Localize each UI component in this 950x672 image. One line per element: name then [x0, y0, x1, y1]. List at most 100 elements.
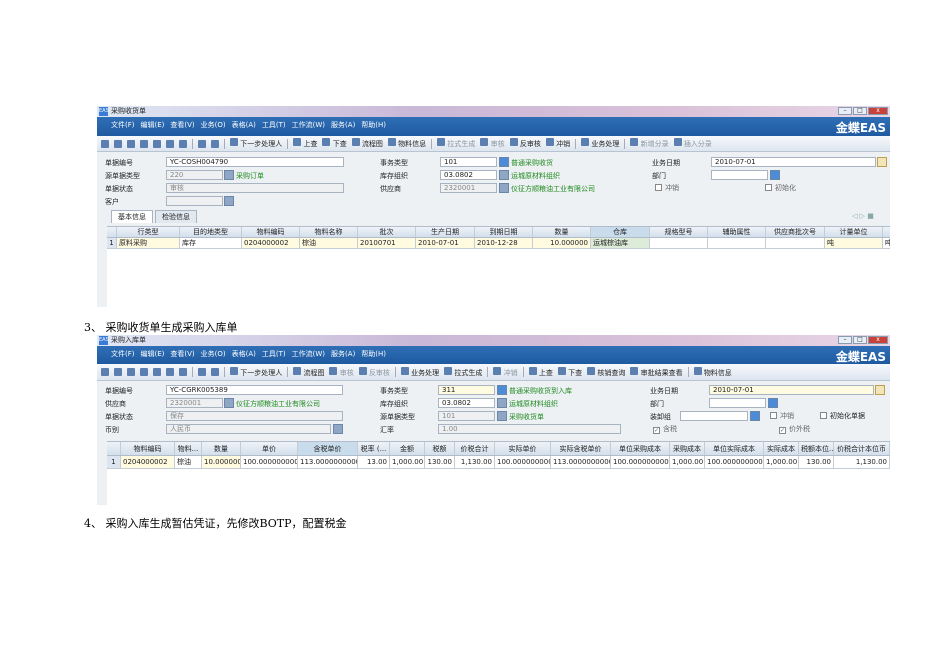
toolbar-button[interactable]: 反审核: [358, 366, 390, 378]
toolbar-button[interactable]: 业务处理: [581, 138, 619, 149]
toolbar-button[interactable]: 反审核: [509, 138, 541, 149]
toolbar-icon[interactable]: [198, 139, 206, 148]
loader-input[interactable]: [680, 411, 748, 421]
src-type-input[interactable]: 220: [166, 170, 223, 180]
column-header[interactable]: 金额: [390, 442, 425, 455]
menu-item[interactable]: 表格(A): [232, 120, 256, 130]
rate-input[interactable]: 1.00: [438, 424, 621, 434]
column-header[interactable]: [883, 227, 890, 237]
table-cell[interactable]: 1,000.00: [670, 456, 705, 468]
toolbar-button[interactable]: 拉式生成: [437, 138, 475, 149]
stock-org-input[interactable]: 03.0802: [438, 398, 495, 408]
lookup-icon[interactable]: [499, 157, 509, 167]
table-cell[interactable]: 130.00: [799, 456, 834, 468]
menu-item[interactable]: 工具(T): [262, 120, 286, 130]
table-cell[interactable]: 0204000002: [121, 456, 175, 468]
toolbar-button[interactable]: 下一步处理人: [230, 366, 282, 378]
toolbar-icon[interactable]: [140, 139, 148, 148]
column-header[interactable]: 单价: [241, 442, 298, 455]
toolbar-icon[interactable]: [166, 139, 174, 148]
column-header[interactable]: 规格型号: [650, 227, 708, 237]
column-header[interactable]: 价税合计本位币: [834, 442, 890, 455]
maximize-button[interactable]: □: [853, 336, 867, 344]
toolbar-button[interactable]: 上查: [293, 138, 317, 149]
menu-item[interactable]: 编辑(E): [141, 349, 165, 359]
menu-item[interactable]: 编辑(E): [141, 120, 165, 130]
table-cell[interactable]: 1,130.00: [834, 456, 890, 468]
toolbar-button[interactable]: 核销查询: [587, 366, 625, 378]
tax-extra-checkbox[interactable]: ✓ 价外税: [779, 424, 810, 434]
init-checkbox[interactable]: 初始化单据: [820, 411, 865, 421]
column-header[interactable]: [107, 227, 117, 237]
column-header[interactable]: 物料编码: [121, 442, 175, 455]
toolbar-button[interactable]: 冲销: [493, 366, 518, 378]
reverse-checkbox[interactable]: 冲销: [655, 183, 679, 193]
toolbar-icon[interactable]: [198, 368, 206, 376]
dept-input[interactable]: [711, 170, 768, 180]
menu-item[interactable]: 业务(O): [201, 349, 226, 359]
table-cell[interactable]: 20100701: [358, 238, 416, 248]
toolbar-icon[interactable]: [153, 368, 161, 376]
menu-item[interactable]: 文件(F): [111, 349, 135, 359]
tab-basic-info[interactable]: 基本信息: [111, 210, 153, 223]
biz-type-input[interactable]: 311: [438, 385, 495, 395]
biz-type-input[interactable]: 101: [440, 157, 497, 167]
toolbar-button[interactable]: 新增分录: [630, 138, 669, 149]
menu-item[interactable]: 服务(A): [331, 349, 355, 359]
toolbar-icon[interactable]: [101, 368, 109, 376]
column-header[interactable]: 物料名称: [300, 227, 358, 237]
menu-item[interactable]: 查看(V): [170, 120, 194, 130]
table-cell[interactable]: [708, 238, 766, 248]
table-cell[interactable]: 100.0000000000: [495, 456, 551, 468]
table-cell[interactable]: 10.000000: [202, 456, 241, 468]
toolbar-button[interactable]: 流程图: [293, 366, 324, 378]
table-cell[interactable]: 1,130.00: [455, 456, 495, 468]
lookup-icon[interactable]: [497, 411, 507, 421]
menu-item[interactable]: 帮助(H): [361, 349, 386, 359]
maximize-button[interactable]: □: [853, 107, 867, 115]
column-header[interactable]: 物料编码: [242, 227, 300, 237]
lookup-icon[interactable]: [224, 170, 234, 180]
column-header[interactable]: 税额本位...: [799, 442, 834, 455]
toolbar-icon[interactable]: [114, 368, 122, 376]
calendar-icon[interactable]: [877, 157, 887, 167]
lookup-icon[interactable]: [770, 170, 780, 180]
reverse-checkbox[interactable]: 冲销: [770, 411, 794, 421]
supplier-input[interactable]: 2320001: [440, 183, 497, 193]
toolbar-button[interactable]: 下查: [557, 366, 582, 378]
table-cell[interactable]: 113.0000000000: [298, 456, 358, 468]
column-header[interactable]: 辅助属性: [708, 227, 766, 237]
toolbar-icon[interactable]: [127, 368, 135, 376]
menu-item[interactable]: 帮助(H): [361, 120, 386, 130]
lookup-icon[interactable]: [497, 398, 507, 408]
tax-included-checkbox[interactable]: ✓ 含税: [653, 424, 677, 434]
column-header[interactable]: 单位采购成本: [611, 442, 670, 455]
calendar-icon[interactable]: [875, 385, 885, 395]
toolbar-button[interactable]: 下一步处理人: [230, 138, 282, 149]
menu-item[interactable]: 查看(V): [170, 349, 194, 359]
column-header[interactable]: 生产日期: [416, 227, 475, 237]
menu-item[interactable]: 文件(F): [111, 120, 135, 130]
table-cell[interactable]: 原料采购: [117, 238, 180, 248]
lookup-icon[interactable]: [224, 196, 234, 206]
table-cell[interactable]: 运城棕油库: [591, 238, 650, 248]
toolbar-button[interactable]: 物料信息: [387, 138, 426, 149]
tab-inspection-info[interactable]: 检验信息: [155, 210, 197, 223]
toolbar-icon[interactable]: [127, 139, 135, 148]
toolbar-button[interactable]: 审批结果查看: [630, 366, 683, 378]
table-cell[interactable]: 1: [107, 238, 117, 248]
biz-type-link[interactable]: 普通采购收货到入库: [509, 386, 572, 396]
table-cell[interactable]: 10.000000: [533, 238, 591, 248]
column-header[interactable]: 物料...: [175, 442, 202, 455]
lookup-icon[interactable]: [768, 398, 778, 408]
table-cell[interactable]: 1,000.00: [764, 456, 799, 468]
toolbar-button[interactable]: 物料信息: [693, 366, 732, 378]
table-cell[interactable]: 100.0000000000: [611, 456, 670, 468]
minimize-button[interactable]: –: [838, 336, 852, 344]
column-header[interactable]: 价税合计: [455, 442, 495, 455]
toolbar-button[interactable]: 审核: [480, 138, 505, 149]
column-header[interactable]: 采购成本: [670, 442, 705, 455]
table-cell[interactable]: [650, 238, 708, 248]
column-header[interactable]: 单位实际成本: [705, 442, 764, 455]
toolbar-button[interactable]: 上查: [528, 366, 553, 378]
